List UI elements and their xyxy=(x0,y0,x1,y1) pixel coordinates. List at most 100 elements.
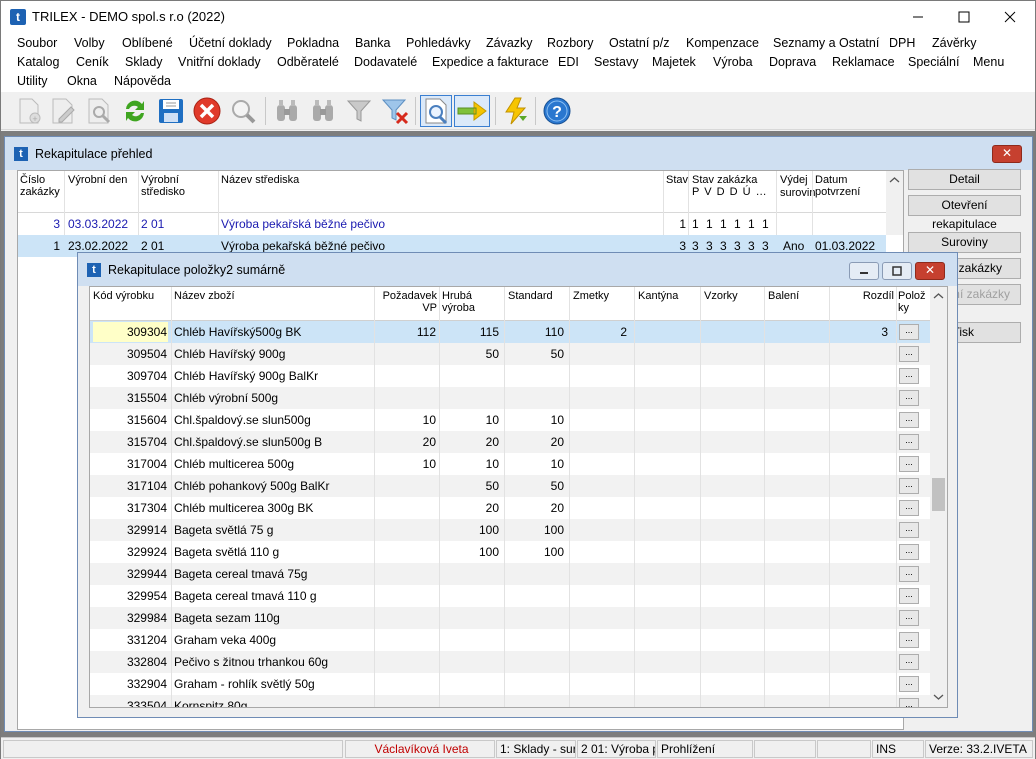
recap-scrollbar[interactable] xyxy=(886,171,903,235)
filter-button[interactable] xyxy=(343,95,375,127)
col-header-standard[interactable]: Standard xyxy=(508,290,553,302)
recap-close-button[interactable]: ✕ xyxy=(992,145,1022,163)
menu-item-2-8[interactable]: EDI xyxy=(558,55,579,69)
items-detail-button[interactable]: ... xyxy=(899,500,919,516)
items-detail-button[interactable]: ... xyxy=(899,412,919,428)
next-button[interactable] xyxy=(454,95,490,127)
items-detail-button[interactable]: ... xyxy=(899,676,919,692)
col-header-kod[interactable]: Kód výrobku xyxy=(93,290,154,302)
items-row[interactable]: 332904 Graham - rohlík světlý 50g... xyxy=(90,673,931,695)
menu-item-1-9[interactable]: Rozbory xyxy=(547,36,594,50)
items-row[interactable]: 315504 Chléb výrobní 500g... xyxy=(90,387,931,409)
items-close-button[interactable]: ✕ xyxy=(915,262,945,280)
delete-button[interactable] xyxy=(191,95,223,127)
col-header-polozky[interactable]: Polož ky xyxy=(898,290,926,314)
items-row[interactable]: 329924 Bageta světlá 110 g 100 100... xyxy=(90,541,931,563)
menu-item-3-1[interactable]: Utility xyxy=(17,74,48,88)
items-row[interactable]: 329944 Bageta cereal tmavá 75g... xyxy=(90,563,931,585)
menu-item-2-11[interactable]: Výroba xyxy=(713,55,753,69)
col-header-nazev[interactable]: Název střediska xyxy=(221,174,299,186)
items-detail-button[interactable]: ... xyxy=(899,346,919,362)
maximize-button[interactable] xyxy=(941,1,987,32)
col-header-pozadavek[interactable]: Požadavek VP xyxy=(379,290,437,314)
items-minimize-button[interactable] xyxy=(849,262,879,280)
menu-item-2-14[interactable]: Speciální xyxy=(908,55,959,69)
menu-item-1-13[interactable]: DPH xyxy=(889,36,915,50)
menu-item-2-12[interactable]: Doprava xyxy=(769,55,816,69)
find-button[interactable] xyxy=(271,95,303,127)
search-button[interactable] xyxy=(227,95,259,127)
preview-button[interactable] xyxy=(420,95,452,127)
menu-item-2-4[interactable]: Vnitřní doklady xyxy=(178,55,261,69)
menu-item-2-1[interactable]: Katalog xyxy=(17,55,59,69)
items-detail-button[interactable]: ... xyxy=(899,390,919,406)
menu-item-1-7[interactable]: Pohledávky xyxy=(406,36,471,50)
col-header-hruba[interactable]: Hrubá výroba xyxy=(442,290,475,314)
col-header-stav[interactable]: Stav xyxy=(666,174,688,186)
col-header-cislo[interactable]: Číslo zakázky xyxy=(20,174,60,198)
items-detail-button[interactable]: ... xyxy=(899,566,919,582)
filter-clear-button[interactable] xyxy=(379,95,411,127)
raw-materials-button[interactable]: Suroviny xyxy=(908,232,1021,253)
col-header-rozdil[interactable]: Rozdíl xyxy=(832,290,894,302)
items-detail-button[interactable]: ... xyxy=(899,654,919,670)
items-detail-button[interactable]: ... xyxy=(899,588,919,604)
items-row[interactable]: 331204 Graham veka 400g... xyxy=(90,629,931,651)
detail-button[interactable]: Detail xyxy=(908,169,1021,190)
menu-item-1-6[interactable]: Banka xyxy=(355,36,390,50)
menu-item-1-8[interactable]: Závazky xyxy=(486,36,533,50)
col-header-stredisko[interactable]: Výrobní středisko xyxy=(141,174,185,198)
menu-item-1-3[interactable]: Oblíbené xyxy=(122,36,173,50)
refresh-button[interactable] xyxy=(119,95,151,127)
items-maximize-button[interactable] xyxy=(882,262,912,280)
menu-item-1-5[interactable]: Pokladna xyxy=(287,36,339,50)
col-header-zmetky[interactable]: Zmetky xyxy=(573,290,609,302)
menu-item-1-2[interactable]: Volby xyxy=(74,36,105,50)
items-detail-button[interactable]: ... xyxy=(899,368,919,384)
menu-item-1-1[interactable]: Soubor xyxy=(17,36,57,50)
find-next-button[interactable] xyxy=(307,95,339,127)
menu-item-2-5[interactable]: Odběratelé xyxy=(277,55,339,69)
col-header-baleni[interactable]: Balení xyxy=(768,290,799,302)
items-detail-button[interactable]: ... xyxy=(899,324,919,340)
menu-item-2-9[interactable]: Sestavy xyxy=(594,55,638,69)
menu-item-2-7[interactable]: Expedice a fakturace xyxy=(432,55,549,69)
lightning-button[interactable] xyxy=(500,95,532,127)
items-detail-button[interactable]: ... xyxy=(899,456,919,472)
menu-item-2-2[interactable]: Ceník xyxy=(76,55,109,69)
items-row[interactable]: 329914 Bageta světlá 75 g 100 100... xyxy=(90,519,931,541)
edit-doc-button[interactable] xyxy=(47,95,79,127)
items-detail-button[interactable]: ... xyxy=(899,434,919,450)
col-header-kantyna[interactable]: Kantýna xyxy=(638,290,678,302)
minimize-button[interactable] xyxy=(895,1,941,32)
items-detail-button[interactable]: ... xyxy=(899,522,919,538)
new-doc-button[interactable]: + xyxy=(13,95,45,127)
col-header-den[interactable]: Výrobní den xyxy=(68,174,127,186)
col-header-vydej[interactable]: Výdej surovin xyxy=(780,174,815,200)
items-row[interactable]: 329984 Bageta sezam 110g... xyxy=(90,607,931,629)
col-header-datum[interactable]: Datum potvrzení xyxy=(815,174,860,198)
items-detail-button[interactable]: ... xyxy=(899,478,919,494)
items-row[interactable]: 317104 Chléb pohankový 500g BalKr 50 50... xyxy=(90,475,931,497)
items-scrollbar[interactable] xyxy=(930,287,947,707)
items-row[interactable]: 332804 Pečivo s žitnou trhankou 60g... xyxy=(90,651,931,673)
items-row[interactable]: 333504 Kornspitz 80g... xyxy=(90,695,931,707)
items-row[interactable]: 317304 Chléb multicerea 300g BK 20 20... xyxy=(90,497,931,519)
col-header-stav-zakazka[interactable]: Stav zakázka P V D D Ú … xyxy=(692,174,768,198)
menu-item-1-14[interactable]: Závěrky xyxy=(932,36,976,50)
items-row[interactable]: 329954 Bageta cereal tmavá 110 g... xyxy=(90,585,931,607)
items-detail-button[interactable]: ... xyxy=(899,698,919,707)
save-button[interactable] xyxy=(155,95,187,127)
items-row[interactable]: 317004 Chléb multicerea 500g 10 10 10... xyxy=(90,453,931,475)
menu-item-2-10[interactable]: Majetek xyxy=(652,55,696,69)
items-row[interactable]: 309304 Chléb Havířský500g BK 112 115 110 2 3..… xyxy=(90,321,931,343)
scroll-thumb[interactable] xyxy=(932,478,945,511)
items-row[interactable]: 309504 Chléb Havířský 900g 50 50... xyxy=(90,343,931,365)
items-detail-button[interactable]: ... xyxy=(899,544,919,560)
menu-item-2-13[interactable]: Reklamace xyxy=(832,55,895,69)
items-row[interactable]: 315704 Chl.špaldový.se slun500g B 20 20 20..… xyxy=(90,431,931,453)
items-detail-button[interactable]: ... xyxy=(899,610,919,626)
menu-item-2-3[interactable]: Sklady xyxy=(125,55,163,69)
open-recap-button[interactable]: Otevření rekapitulace xyxy=(908,195,1021,231)
menu-item-3-2[interactable]: Okna xyxy=(67,74,97,88)
